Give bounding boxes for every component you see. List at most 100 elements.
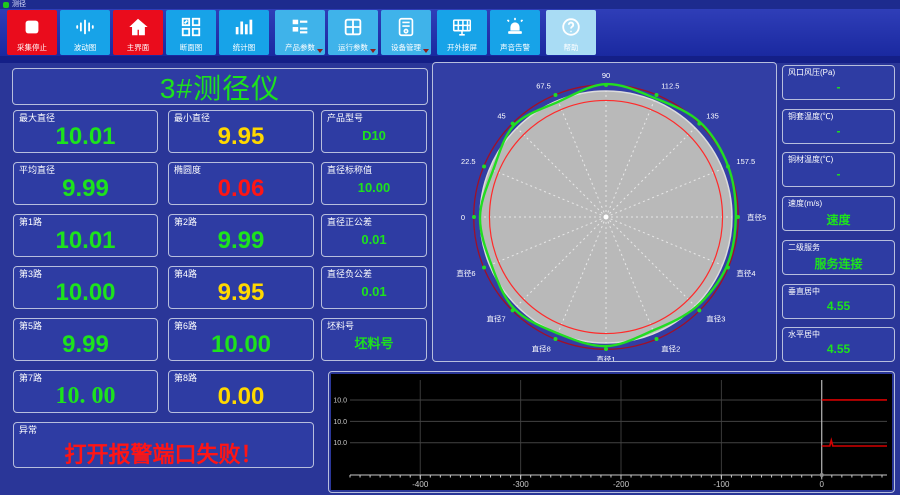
field-value: 9.99 [62,330,109,358]
status-label: 速度(m/s) [788,199,823,208]
toolbar-button-label: 帮助 [563,42,579,52]
field-box-1: 最大直径 10.01 [13,110,158,153]
section-icon [180,16,202,38]
dropdown-caret-icon [317,49,323,53]
gauge-title-box: 3#测径仪 [12,68,428,105]
status-value: - [836,166,841,181]
status-label: 水平居中 [788,330,820,339]
field-box-3: 产品型号 D10 [321,110,427,153]
question-icon [560,16,582,38]
status-box-2: 铜套温度(℃) - [782,109,895,144]
toolbar-button-label: 开外接屏 [447,42,477,52]
trend-chart: 10.0 10.0 10.0 -400 -300 -200 -100 0 [331,374,892,490]
field-box-2: 最小直径 9.95 [168,110,314,153]
toolbar-button-product-params[interactable]: 产品参数 [275,10,325,55]
polar-angle-label: 直径8 [532,343,551,353]
window-title: 测径 [12,1,26,8]
y-axis-label: 10.0 [333,419,347,426]
field-label: 直径正公差 [327,217,373,227]
polar-angle-label: 135 [706,112,719,121]
toolbar-button-label: 断面图 [179,42,203,52]
dropdown-caret-icon [423,49,429,53]
dropdown-caret-icon [370,49,376,53]
field-value: 0.06 [217,174,265,202]
grid-icon [342,16,364,38]
status-box-7: 水平居中 4.55 [782,327,895,362]
field-label: 坯料号 [327,321,355,331]
stop-icon [21,16,43,38]
field-box-7: 第1路 10.01 [13,214,158,257]
polar-angle-label: 67.5 [536,82,551,91]
gauge-title: 3#测径仪 [159,72,281,104]
toolbar-button-capture-stop[interactable]: 采集停止 [7,10,57,55]
toolbar-button-stats-chart[interactable]: 统计图 [219,10,269,55]
status-label: 铜材温度(℃) [788,155,834,164]
field-value: 10.00 [357,179,391,195]
monitor-icon [451,16,473,38]
status-value: - [836,79,841,94]
field-value: 10. 00 [55,382,116,409]
polar-angle-label: 直径4 [736,268,755,278]
x-axis-label: 0 [820,480,825,489]
polar-angle-label: 直径6 [456,268,475,278]
field-value: 10.00 [210,330,272,358]
toolbar-button-run-params[interactable]: 运行参数 [328,10,378,55]
status-box-3: 铜材温度(℃) - [782,152,895,187]
status-value: - [836,123,841,138]
field-label: 直径标称值 [327,165,373,175]
toolbar-button-label: 主界面 [126,42,150,52]
status-box-4: 速度(m/s) 速度 [782,196,895,231]
field-box-14: 第6路 10.00 [168,318,314,361]
status-label: 铜套温度(℃) [788,112,834,121]
field-value: 9.95 [217,122,265,150]
polar-angle-label: 直径7 [487,313,506,323]
field-box-17: 第8路 0.00 [168,370,314,413]
barchart-icon [233,16,255,38]
status-value: 服务连接 [814,256,863,271]
polar-angle-label: 45 [497,112,505,121]
polar-angle-label: 直径5 [747,212,766,222]
polar-angle-label: 直径3 [706,313,725,323]
status-value: 速度 [826,212,851,227]
toolbar-button-wave-chart[interactable]: 波动图 [60,10,110,55]
toolbar-button-device-mgmt[interactable]: 设备管理 [381,10,431,55]
status-box-1: 风口风压(Pa) - [782,65,895,100]
app-icon [3,1,9,8]
polar-angle-label: 直径1 [596,354,615,361]
toolbar-button-label: 产品参数 [285,42,315,52]
toolbar-button-sound-alarm[interactable]: 声音告警 [490,10,540,55]
toolbar: 采集停止 波动图 主界面 断面图 统计图 产品参数 运行参数 设备管理 开外接屏 声音告警 帮助 [0,9,900,56]
field-box-16: 第7路 10. 00 [13,370,158,413]
polar-chart-panel: 0 22.5 45 67.5 90 112.5 135 157.5 直径5 直径4 直径3 直径2 直径… [432,62,777,364]
toolbar-button-main-screen[interactable]: 主界面 [113,10,163,55]
polar-angle-label: 157.5 [736,157,755,166]
field-value: 10.01 [55,122,116,150]
polar-angle-label: 0 [461,213,465,222]
field-value: 9.99 [62,174,109,202]
field-box-13: 第5路 9.99 [13,318,158,361]
polar-profile-chart: 0 22.5 45 67.5 90 112.5 135 157.5 直径5 直径4 直径3 直径2 直径… [456,71,766,364]
toolbar-button-external-screen[interactable]: 开外接屏 [437,10,487,55]
toolbar-button-label: 声音告警 [500,42,530,52]
field-box-9: 直径正公差 0.01 [321,214,427,257]
siren-icon [504,16,526,38]
alarm-box: 异常 打开报警端口失败！ [13,422,314,468]
alarm-label: 异常 [19,425,38,435]
toolbar-button-help[interactable]: 帮助 [546,10,596,55]
polar-angle-label: 112.5 [661,82,679,91]
field-value: 0.01 [361,283,387,299]
field-box-10: 第3路 10.00 [13,266,158,309]
status-box-6: 垂直居中 4.55 [782,284,895,319]
toolbar-button-label: 运行参数 [338,42,368,52]
home-icon [127,16,149,38]
field-value: 9.99 [217,226,265,254]
polar-angle-label: 90 [602,71,610,80]
device-icon [395,16,417,38]
toolbar-button-label: 波动图 [73,42,97,52]
y-axis-label: 10.0 [333,397,347,404]
x-axis-label: -300 [513,480,530,489]
toolbar-button-section-chart[interactable]: 断面图 [166,10,216,55]
field-value: 10.01 [55,226,116,254]
status-label: 垂直居中 [788,287,820,296]
y-axis-label: 10.0 [333,440,347,447]
